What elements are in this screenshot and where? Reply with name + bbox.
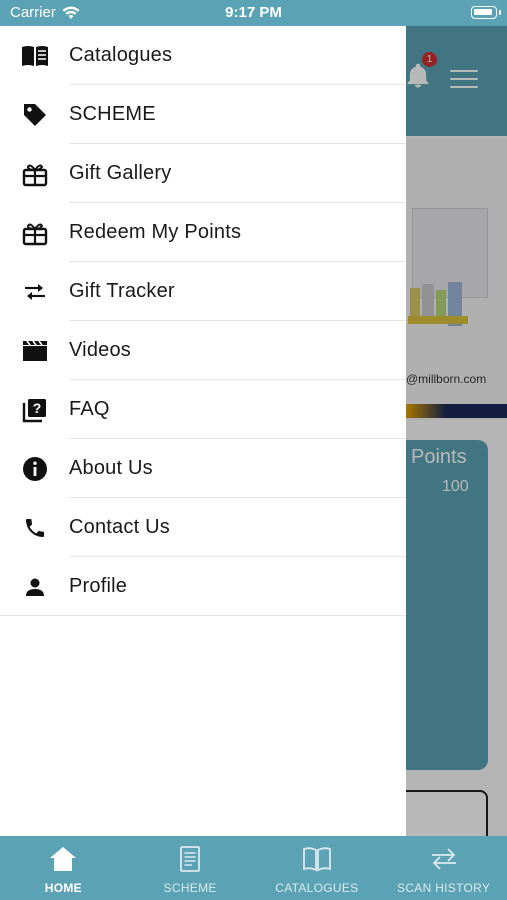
drawer-item-about-us[interactable]: About Us [0,439,406,498]
tab-label: SCHEME [163,881,217,895]
tab-catalogues[interactable]: CATALOGUES [254,836,381,900]
drawer-item-label: SCHEME [69,103,156,125]
drawer-item-label: Contact Us [69,516,170,538]
drawer-item-videos[interactable]: Videos [0,321,406,380]
document-icon [180,846,201,872]
drawer-item-label: Catalogues [69,44,173,66]
tab-scheme[interactable]: SCHEME [127,836,254,900]
drawer-item-label: Redeem My Points [69,221,242,243]
battery-icon [471,6,497,19]
svg-text:?: ? [33,400,42,416]
swap-arrows-icon [21,278,49,306]
drawer-item-label: FAQ [69,398,110,420]
drawer-item-contact-us[interactable]: Contact Us [0,498,406,557]
side-drawer: Catalogues SCHEME Gift Gallery Redeem My… [0,26,406,836]
drawer-item-label: Videos [69,339,131,361]
drawer-item-redeem-my-points[interactable]: Redeem My Points [0,203,406,262]
gift-icon [21,219,49,247]
drawer-item-gift-tracker[interactable]: Gift Tracker [0,262,406,321]
drawer-item-label: Gift Gallery [69,162,172,184]
drawer-item-label: Profile [69,575,128,597]
drawer-item-label: Gift Tracker [69,280,175,302]
swap-arrows-icon [431,848,456,870]
divider [0,615,406,616]
question-box-icon: ? [21,396,49,424]
tab-scan-history[interactable]: SCAN HISTORY [380,836,507,900]
home-icon [50,847,77,871]
tab-label: SCAN HISTORY [397,881,491,895]
tab-home[interactable]: HOME [0,836,127,900]
book-open-icon [21,42,49,70]
tab-label: CATALOGUES [275,881,359,895]
status-time: 9:17 PM [225,4,282,21]
bottom-tab-bar: HOME SCHEME CATALOGUES SCAN HISTORY [0,836,507,900]
drawer-item-profile[interactable]: Profile [0,557,406,616]
drawer-item-catalogues[interactable]: Catalogues [0,26,406,85]
clapperboard-icon [21,337,49,365]
status-bar: Carrier 9:17 PM [0,0,507,26]
drawer-item-faq[interactable]: ? FAQ [0,380,406,439]
gift-icon [21,160,49,188]
person-icon [21,573,49,601]
drawer-item-gift-gallery[interactable]: Gift Gallery [0,144,406,203]
book-icon [302,847,331,872]
drawer-item-label: About Us [69,457,153,479]
drawer-item-scheme[interactable]: SCHEME [0,85,406,144]
tag-icon [21,101,49,129]
info-icon [21,455,49,483]
phone-icon [21,514,49,542]
tab-label: HOME [44,881,82,895]
